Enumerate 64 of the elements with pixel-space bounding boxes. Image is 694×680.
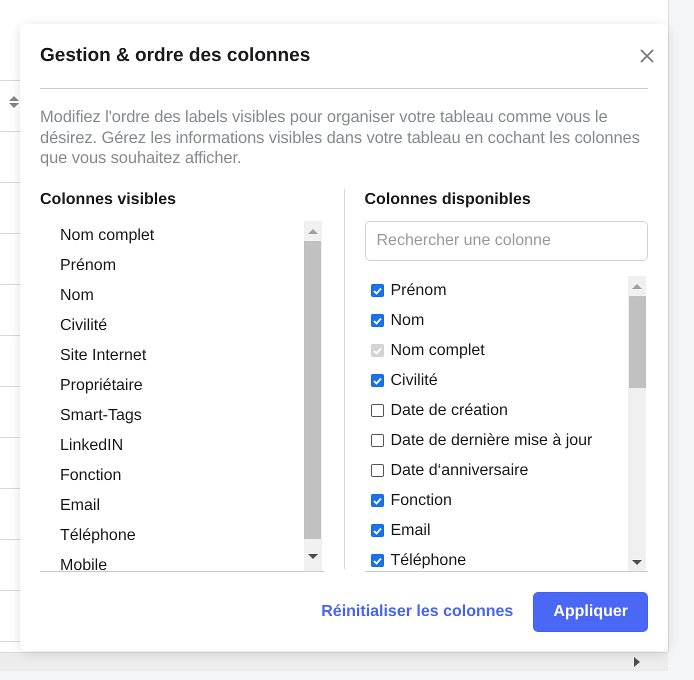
checkbox[interactable] bbox=[370, 404, 384, 417]
visible-column-item[interactable]: Prénom bbox=[40, 250, 304, 280]
column-label: Date de dernière mise à jour bbox=[390, 432, 592, 450]
check-icon bbox=[372, 556, 382, 564]
close-button[interactable] bbox=[638, 47, 656, 65]
column-label: Nom complet bbox=[390, 342, 485, 360]
scrollbar[interactable] bbox=[304, 220, 322, 570]
available-column-item[interactable]: Fonction bbox=[364, 486, 628, 516]
visible-column-item[interactable]: Nom bbox=[40, 280, 304, 310]
column-label: Téléphone bbox=[390, 552, 466, 570]
available-column-item[interactable]: Téléphone bbox=[364, 546, 628, 570]
checkbox[interactable] bbox=[370, 434, 384, 447]
check-icon bbox=[372, 346, 382, 354]
column-label: Nom bbox=[390, 312, 424, 330]
available-column-item[interactable]: Date d‘anniversaire bbox=[364, 456, 628, 486]
visible-column-item[interactable]: LinkedIN bbox=[40, 430, 304, 460]
checkbox[interactable] bbox=[370, 284, 384, 297]
horizontal-scrollbar[interactable] bbox=[0, 652, 668, 671]
checkbox[interactable] bbox=[370, 464, 384, 477]
check-icon bbox=[372, 496, 382, 504]
column-label: Date d‘anniversaire bbox=[390, 462, 528, 480]
check-icon bbox=[372, 286, 382, 294]
column-heading: Colonnes visibles bbox=[40, 190, 178, 210]
checkbox[interactable] bbox=[370, 314, 384, 327]
close-icon bbox=[640, 49, 654, 63]
reset-columns-link[interactable]: Réinitialiser les colonnes bbox=[321, 602, 514, 620]
dialog-description: Modifiez l'ordre des labels visibles pour organiser votre tableau comme vous le désirez. Gérez les informations visibles dans votre tableau en cochant les colonnes que vous souhaitez afficher. bbox=[40, 107, 641, 168]
check-icon bbox=[372, 526, 382, 534]
scroll-up-icon[interactable] bbox=[632, 282, 642, 288]
checkbox[interactable] bbox=[370, 554, 384, 567]
checkbox[interactable] bbox=[370, 374, 384, 387]
visible-column-item[interactable]: Propriétaire bbox=[40, 370, 304, 400]
visible-column-item[interactable]: Email bbox=[40, 490, 304, 520]
column-label: Prénom bbox=[390, 282, 447, 300]
available-column-item[interactable]: Email bbox=[364, 516, 628, 546]
visible-column-item[interactable]: Site Internet bbox=[40, 340, 304, 370]
scroll-down-icon[interactable] bbox=[632, 560, 642, 566]
check-icon bbox=[372, 316, 382, 324]
available-column-item[interactable]: Civilité bbox=[364, 366, 628, 396]
visible-column-item[interactable]: Smart-Tags bbox=[40, 400, 304, 430]
available-column-item[interactable]: Nom bbox=[364, 306, 628, 336]
visible-column-item[interactable]: Fonction bbox=[40, 460, 304, 490]
apply-button[interactable]: Appliquer bbox=[533, 592, 648, 632]
column-label: Date de création bbox=[390, 402, 508, 420]
visible-column-item[interactable]: Civilité bbox=[40, 310, 304, 340]
column-label: Civilité bbox=[390, 372, 438, 390]
scrollbar[interactable] bbox=[628, 276, 646, 570]
available-column-item[interactable]: Date de dernière mise à jour bbox=[364, 426, 628, 456]
column-label: Fonction bbox=[390, 492, 452, 510]
checkbox[interactable] bbox=[370, 494, 384, 507]
scroll-right-icon[interactable] bbox=[634, 657, 640, 667]
visible-column-item[interactable]: Téléphone bbox=[40, 520, 304, 550]
check-icon bbox=[372, 376, 382, 384]
column-label: Email bbox=[390, 522, 431, 540]
search-field[interactable]: Rechercher une colonne bbox=[364, 220, 648, 260]
visible-column-item[interactable]: Nom complet bbox=[40, 220, 304, 250]
column-heading: Colonnes disponibles bbox=[364, 190, 532, 210]
dialog-title: Gestion & ordre des colonnes bbox=[40, 45, 310, 67]
scroll-up-icon[interactable] bbox=[308, 228, 318, 234]
scroll-down-icon[interactable] bbox=[308, 554, 318, 560]
available-column-item[interactable]: Date de création bbox=[364, 396, 628, 426]
checkbox[interactable] bbox=[370, 524, 384, 537]
available-column-item[interactable]: Prénom bbox=[364, 276, 628, 306]
visible-column-item[interactable]: Mobile bbox=[40, 550, 304, 570]
